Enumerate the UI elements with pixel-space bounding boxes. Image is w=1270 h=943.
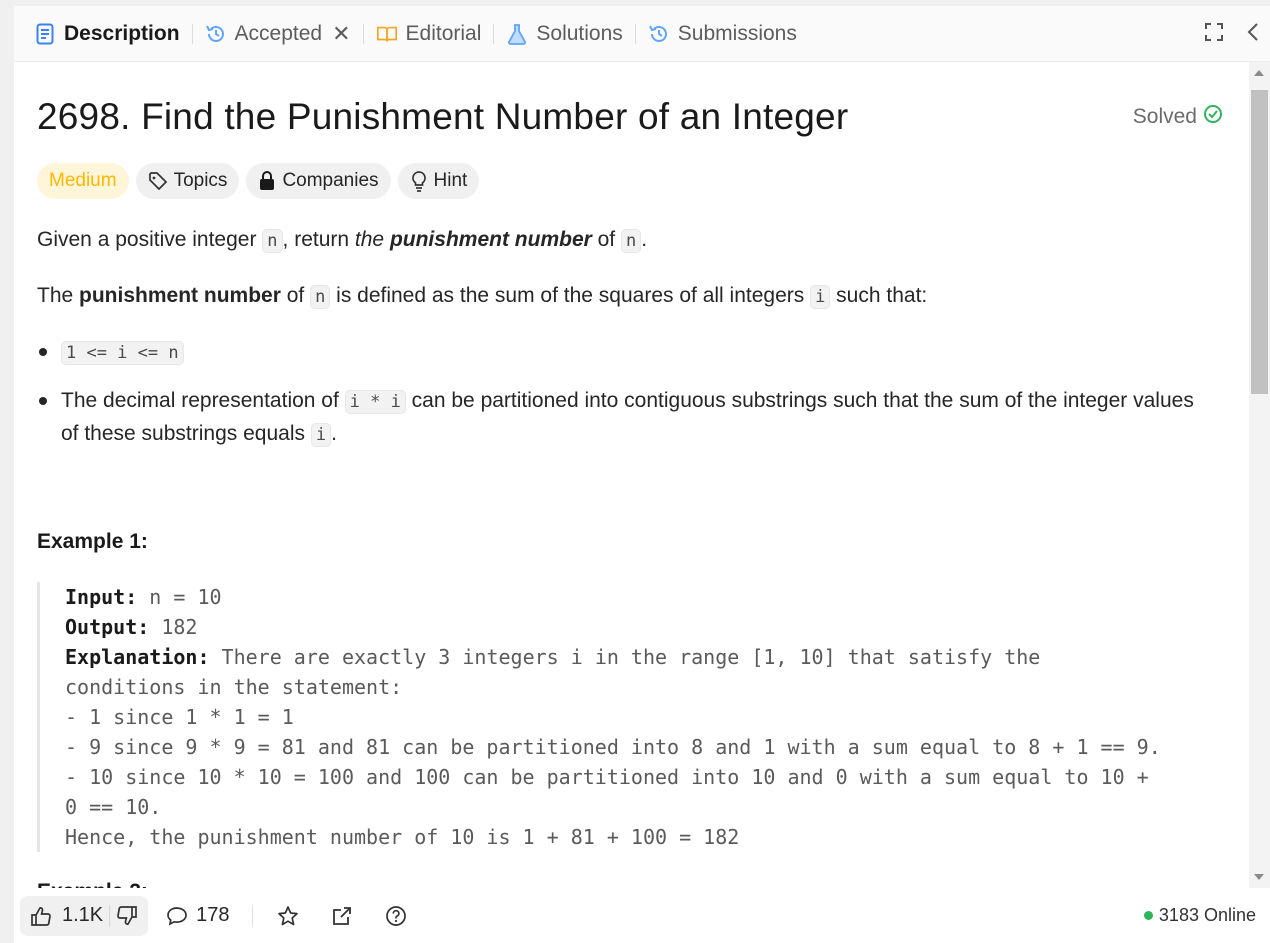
bullet-dot (39, 348, 47, 356)
thumbs-down-icon (117, 905, 138, 925)
comments-button[interactable]: 178 (166, 904, 230, 927)
external-link-icon (332, 906, 351, 925)
tab-divider (634, 23, 636, 44)
topics-button[interactable]: Topics (135, 163, 240, 199)
help-button[interactable] (385, 905, 407, 927)
scroll-up-arrow-icon[interactable] (1254, 70, 1264, 76)
tab-submissions[interactable]: Submissions (648, 6, 797, 62)
favorite-button[interactable] (277, 905, 299, 927)
scrollbar-thumb[interactable] (1251, 90, 1268, 394)
bullet-dot (39, 397, 47, 405)
example-1-heading: Example 1: (37, 530, 148, 553)
tab-accepted-label: Accepted (234, 21, 323, 45)
inline-code: n (620, 229, 642, 253)
problem-content: 2698. Find the Punishment Number of an I… (37, 62, 1237, 892)
like-count: 1.1K (62, 904, 104, 926)
hint-label: Hint (433, 170, 468, 191)
tab-editorial-label: Editorial (405, 21, 482, 45)
collapse-icon[interactable] (1246, 21, 1260, 48)
topics-label: Topics (173, 170, 228, 191)
close-icon[interactable]: ✕ (332, 21, 350, 47)
condition-bullet-2: The decimal representation of i * i can … (37, 385, 1217, 451)
tag-icon (148, 171, 168, 191)
example-1-block: Input: n = 10 Output: 182 Explanation: T… (37, 582, 1237, 852)
tab-submissions-label: Submissions (677, 21, 797, 45)
tabbar-actions (1204, 6, 1260, 62)
inline-code: i (810, 285, 831, 309)
vote-group: 1.1K (20, 895, 149, 936)
description-paragraph-2: The punishment number of n is defined as… (37, 284, 928, 309)
inline-code: n (310, 285, 331, 309)
tab-divider (493, 23, 495, 44)
star-icon (277, 905, 298, 925)
fullscreen-icon[interactable] (1204, 22, 1224, 47)
tab-divider (191, 23, 193, 44)
tab-bar: Description Accepted ✕ Editorial Solutio… (14, 6, 1270, 62)
lock-icon (258, 171, 276, 191)
inline-code: i (310, 423, 332, 447)
comment-count: 178 (196, 904, 230, 926)
companies-button[interactable]: Companies (246, 163, 391, 199)
page-title: 2698. Find the Punishment Number of an I… (37, 96, 849, 137)
tab-divider (362, 23, 364, 44)
dislike-button[interactable] (116, 905, 138, 926)
tab-accepted[interactable]: Accepted ✕ (205, 6, 351, 62)
inline-code: i * i (344, 390, 406, 414)
problem-chips: Medium Topics Companies Hint (37, 163, 480, 199)
solved-status: Solved (1133, 104, 1223, 130)
history-icon (205, 23, 227, 45)
solved-label: Solved (1132, 105, 1197, 128)
book-icon (376, 23, 398, 45)
description-icon (34, 23, 56, 45)
share-button[interactable] (331, 905, 353, 927)
companies-label: Companies (282, 170, 379, 191)
online-status: 3183 Online (1143, 888, 1256, 943)
description-paragraph-1: Given a positive integer n, return the p… (37, 228, 648, 253)
scroll-down-arrow-icon[interactable] (1254, 874, 1264, 880)
lightbulb-icon (410, 170, 428, 192)
tab-description-label: Description (64, 21, 180, 45)
question-circle-icon (385, 905, 406, 926)
like-button[interactable]: 1.1K (30, 904, 103, 927)
hint-button[interactable]: Hint (397, 163, 480, 199)
online-count: 3183 Online (1158, 905, 1256, 925)
footer-bar: 1.1K 178 3183 Online (14, 888, 1270, 943)
flask-icon (506, 23, 528, 45)
inline-code: 1 <= i <= n (61, 341, 184, 365)
footer-divider (251, 904, 253, 927)
online-dot-icon (1143, 911, 1153, 920)
inline-code: n (262, 229, 283, 253)
condition-bullet-1: 1 <= i <= n (37, 336, 1217, 369)
difficulty-badge: Medium (37, 163, 129, 199)
scrollbar[interactable] (1249, 62, 1270, 888)
tab-editorial[interactable]: Editorial (376, 6, 482, 62)
vote-divider (109, 904, 111, 927)
check-circle-icon (1203, 104, 1223, 130)
comment-icon (167, 906, 188, 926)
tab-description[interactable]: Description (34, 6, 180, 62)
history-icon (648, 23, 670, 45)
tab-solutions-label: Solutions (536, 21, 623, 45)
thumbs-up-icon (31, 906, 51, 926)
tab-solutions[interactable]: Solutions (506, 6, 623, 62)
